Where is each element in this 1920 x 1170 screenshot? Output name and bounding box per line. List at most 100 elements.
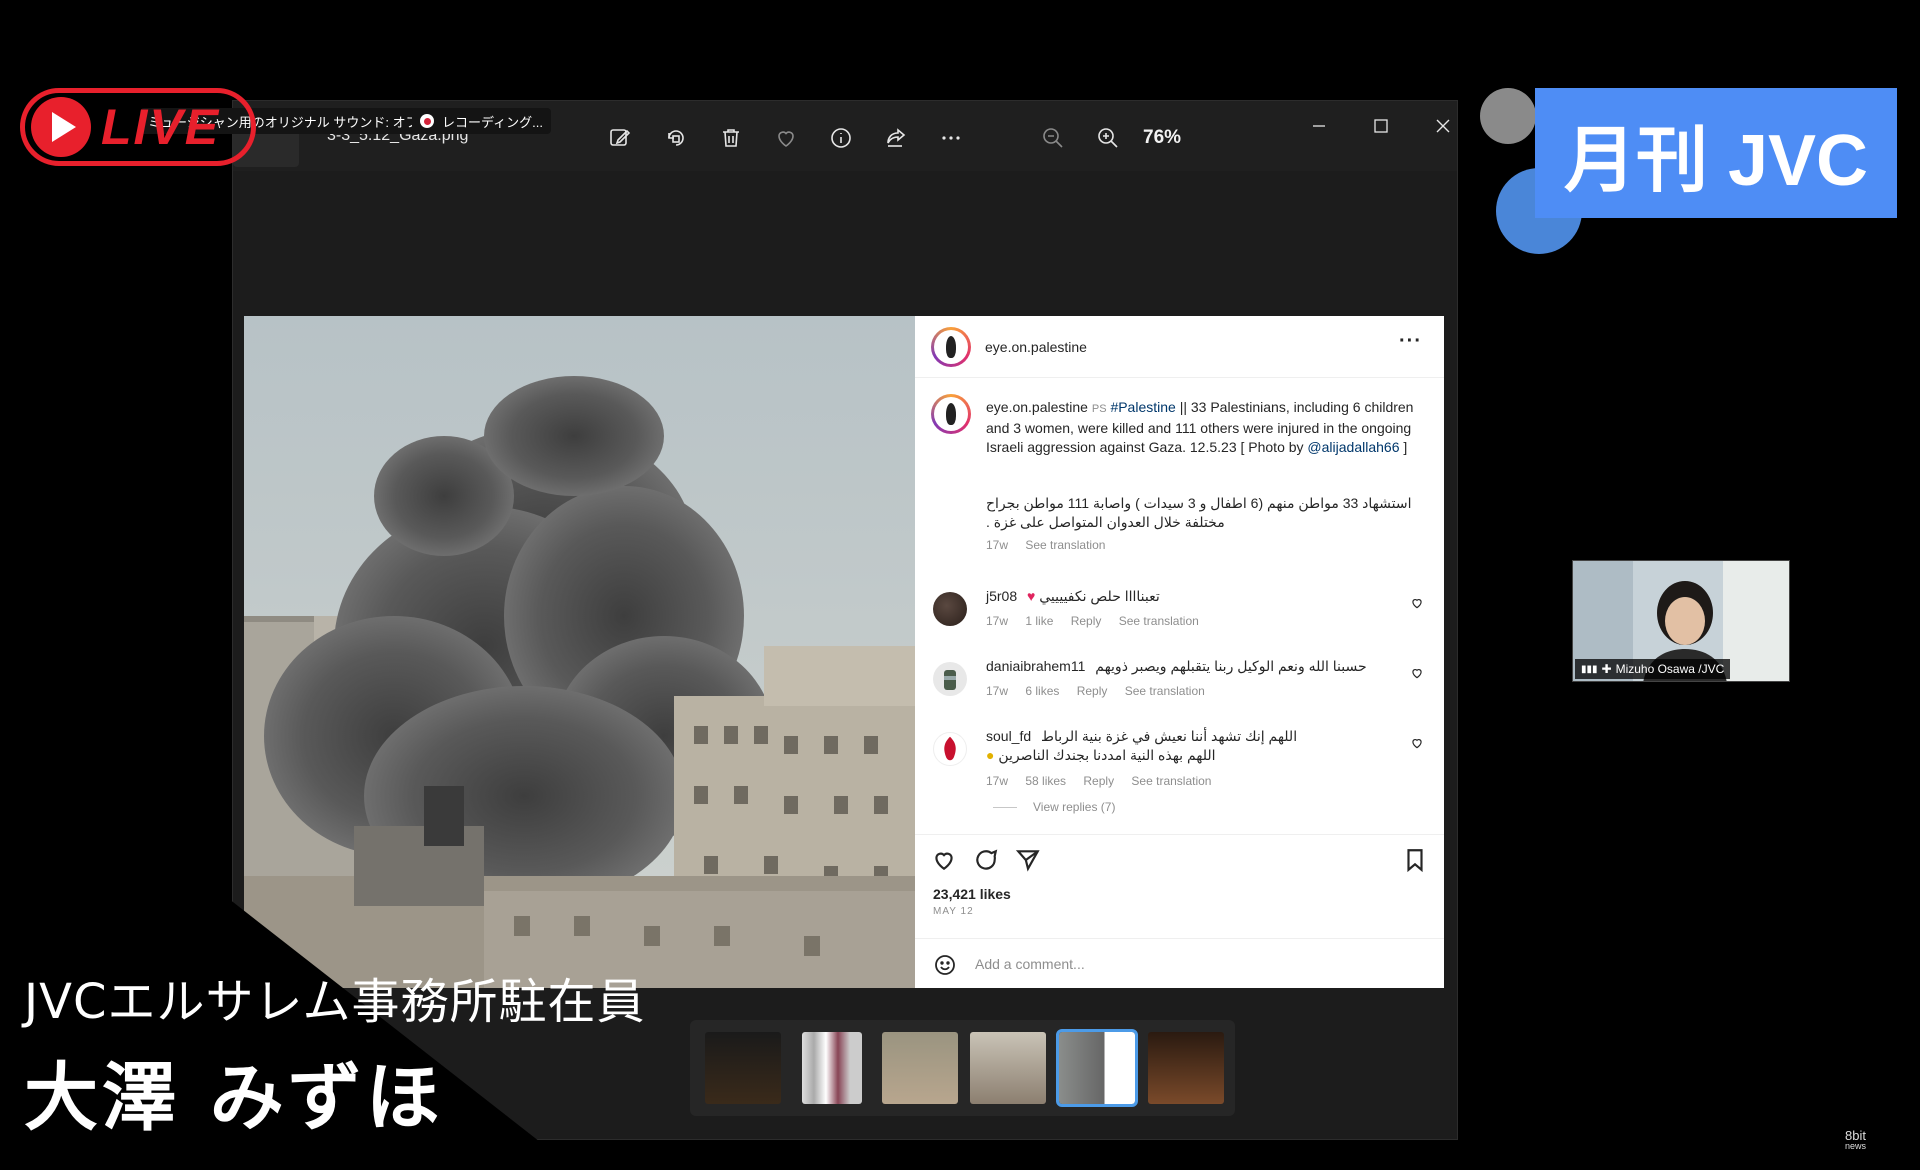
likes-count[interactable]: 23,421 likes <box>933 886 1011 902</box>
filmstrip-thumbnail[interactable] <box>705 1032 781 1104</box>
view-replies-button[interactable]: View replies (7) <box>993 800 1115 814</box>
participant-name: Mizuho Osawa /JVC <box>1615 662 1725 676</box>
caption-end: ] <box>1399 439 1408 455</box>
jvc-badge: 月刊 JVC <box>1535 88 1897 218</box>
add-comment-bar: Add a comment... <box>915 938 1444 988</box>
speaker-name: 大澤 みずほ <box>24 1055 444 1141</box>
filmstrip-thumbnail-selected[interactable] <box>1056 1029 1138 1107</box>
comment-time: 17w <box>986 614 1009 628</box>
heart-emoji-icon: ♥ <box>1027 588 1036 604</box>
caption-username[interactable]: eye.on.palestine <box>986 399 1088 415</box>
comment-body-second: اللهم بهذه النية امددنا بجندك الناصرين <box>998 747 1216 763</box>
comment-item: daniaibrahem11 حسبنا الله ونعم الوكيل رب… <box>915 658 1444 718</box>
comment-meta: 17w 1 like Reply See translation <box>986 614 1213 628</box>
zoom-in-icon[interactable] <box>1093 123 1123 153</box>
share-icon[interactable] <box>881 123 911 153</box>
caption-see-translation[interactable]: See translation <box>1025 538 1105 552</box>
comment-item: soul_fd اللهم إنك تشهد أننا نعيش في غزة … <box>915 728 1444 788</box>
caption-hashtag[interactable]: #Palestine <box>1110 399 1175 415</box>
post-sidebar: eye.on.palestine ··· eye.on.palestine PS… <box>915 316 1444 988</box>
filmstrip-thumbnail[interactable] <box>1148 1032 1224 1104</box>
post-date: MAY 12 <box>933 906 974 917</box>
comment-like-icon[interactable] <box>1410 666 1424 680</box>
decorative-circle <box>1480 88 1536 144</box>
commenter-avatar[interactable] <box>933 592 967 626</box>
edit-icon[interactable] <box>605 123 635 153</box>
participant-label: ▮▮▮ ✚ Mizuho Osawa /JVC <box>1575 659 1731 679</box>
favorite-icon[interactable] <box>771 123 801 153</box>
comment-time: 17w <box>986 684 1009 698</box>
live-label: LIVE <box>101 99 221 155</box>
caption-arabic: استشهاد 33 مواطن منهم (6 اطفال و 3 سيدات… <box>986 495 1412 530</box>
caption-prefix: PS <box>1091 403 1107 415</box>
signal-icon: ▮▮▮ <box>1581 663 1598 675</box>
minimize-icon[interactable] <box>1299 111 1339 141</box>
comment-reply-button[interactable]: Reply <box>1083 774 1114 788</box>
comment-time: 17w <box>986 774 1009 788</box>
watermark-line1: 8bit <box>1845 1128 1866 1143</box>
participant-video-tile[interactable]: ▮▮▮ ✚ Mizuho Osawa /JVC <box>1572 560 1790 682</box>
filmstrip-thumbnail[interactable] <box>882 1032 958 1104</box>
comment-see-translation[interactable]: See translation <box>1131 774 1211 788</box>
instagram-post: eye.on.palestine ··· eye.on.palestine PS… <box>244 316 1444 988</box>
filmstrip-thumbnail[interactable] <box>802 1032 862 1104</box>
comment-body: اللهم إنك تشهد أننا نعيش في غزة بنية الر… <box>1041 728 1298 744</box>
comment-reply-button[interactable]: Reply <box>1071 614 1102 628</box>
comment-meta: 17w 6 likes Reply See translation <box>986 684 1219 698</box>
comment-username[interactable]: j5r08 <box>986 588 1017 604</box>
comment-icon[interactable] <box>973 847 999 873</box>
maximize-icon[interactable] <box>1361 111 1401 141</box>
caption-avatar[interactable] <box>931 394 971 434</box>
comment-username[interactable]: daniaibrahem11 <box>986 658 1085 674</box>
send-icon[interactable] <box>1015 847 1041 873</box>
comment-meta: 17w 58 likes Reply See translation <box>986 774 1225 788</box>
caption-mention[interactable]: @alijadallah66 <box>1307 439 1399 455</box>
bookmark-icon[interactable] <box>1402 847 1428 873</box>
thumbnail-filmstrip <box>690 1020 1235 1116</box>
comment-body: حسبنا الله ونعم الوكيل ربنا يتقبلهم ويصب… <box>1095 658 1367 674</box>
recording-text: レコーディング... <box>442 114 543 130</box>
zoom-level[interactable]: 76% <box>1143 127 1181 149</box>
more-icon[interactable] <box>936 123 966 153</box>
record-icon <box>420 114 434 128</box>
filmstrip-thumbnail[interactable] <box>970 1032 1046 1104</box>
live-badge: LIVE <box>20 88 256 166</box>
delete-icon[interactable] <box>716 123 746 153</box>
watermark-line2: news <box>1845 1141 1867 1151</box>
caption-meta: 17w See translation <box>986 538 1119 552</box>
add-comment-input[interactable]: Add a comment... <box>975 956 1085 972</box>
emoji-icon[interactable] <box>933 953 957 977</box>
recording-pill: レコーディング... <box>412 108 551 134</box>
like-icon[interactable] <box>931 847 957 873</box>
commenter-avatar[interactable] <box>933 662 967 696</box>
comment-username[interactable]: soul_fd <box>986 728 1031 744</box>
comment-like-icon[interactable] <box>1410 596 1424 610</box>
pin-icon: ✚ <box>1601 662 1612 676</box>
comment-like-icon[interactable] <box>1410 736 1424 750</box>
more-options-icon[interactable]: ··· <box>1399 330 1422 353</box>
comment-text: j5r08 ♥ تعبناااا حلص نكفييييي <box>986 588 1160 605</box>
8bit-news-logo: 8bit news <box>1845 1128 1867 1152</box>
comment-item: j5r08 ♥ تعبناااا حلص نكفييييي 17w 1 like… <box>915 588 1444 648</box>
post-caption: eye.on.palestine PS #Palestine || 33 Pal… <box>986 398 1426 457</box>
post-username[interactable]: eye.on.palestine <box>985 339 1087 355</box>
comment-see-translation[interactable]: See translation <box>1125 684 1205 698</box>
close-icon[interactable] <box>1423 111 1463 141</box>
comment-likes[interactable]: 6 likes <box>1025 684 1059 698</box>
zoom-out-icon[interactable] <box>1038 123 1068 153</box>
speaker-title: JVCエルサレム事務所駐在員 <box>24 974 646 1030</box>
rotate-icon[interactable] <box>661 123 691 153</box>
post-actions <box>915 834 1444 884</box>
comment-text: soul_fd اللهم إنك تشهد أننا نعيش في غزة … <box>986 728 1297 764</box>
caption-time: 17w <box>986 538 1009 552</box>
comment-reply-button[interactable]: Reply <box>1077 684 1108 698</box>
comment-likes[interactable]: 58 likes <box>1025 774 1066 788</box>
play-icon <box>31 97 91 157</box>
profile-avatar[interactable] <box>931 327 971 367</box>
commenter-avatar[interactable] <box>933 732 967 766</box>
comment-body-line2: ● اللهم بهذه النية امددنا بجندك الناصرين <box>986 747 1297 764</box>
post-header: eye.on.palestine ··· <box>915 316 1444 378</box>
info-icon[interactable] <box>826 123 856 153</box>
comment-likes[interactable]: 1 like <box>1025 614 1053 628</box>
comment-see-translation[interactable]: See translation <box>1119 614 1199 628</box>
